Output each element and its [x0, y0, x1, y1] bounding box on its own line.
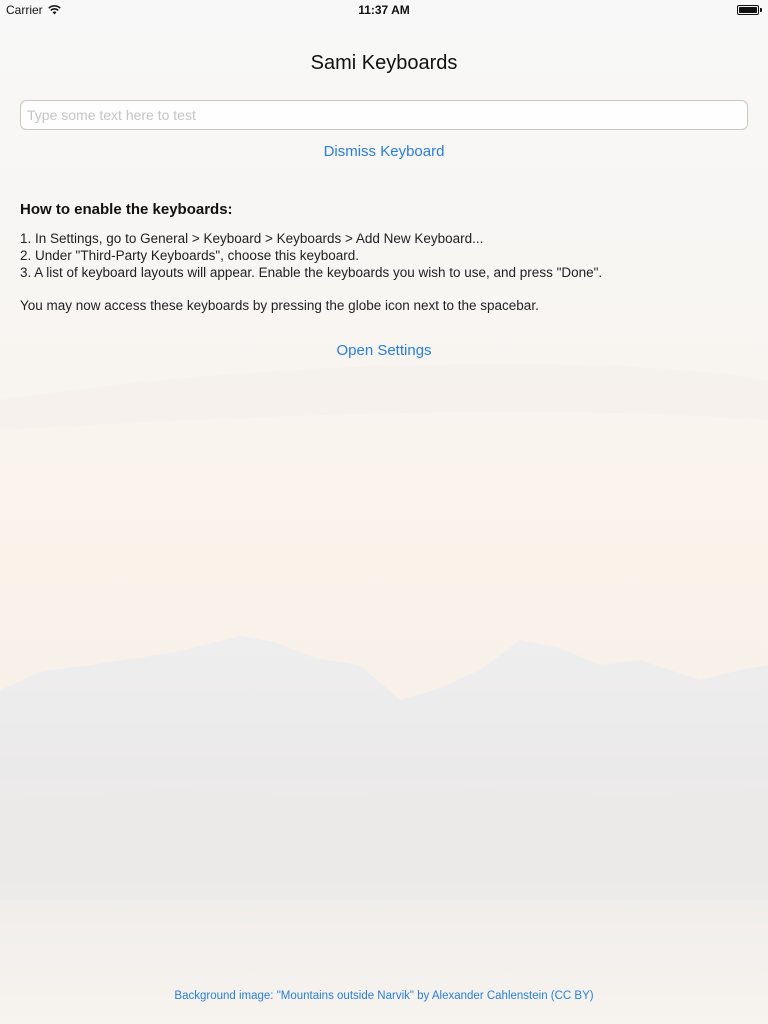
- instruction-step: 1. In Settings, go to General > Keyboard…: [20, 231, 484, 246]
- status-time: 11:37 AM: [358, 3, 410, 17]
- test-text-input[interactable]: [20, 100, 748, 130]
- battery-icon: [737, 5, 762, 15]
- instruction-step: 2. Under "Third-Party Keyboards", choose…: [20, 248, 359, 263]
- status-bar: Carrier 11:37 AM: [0, 0, 768, 20]
- page-title: Sami Keyboards: [310, 52, 458, 74]
- instructions-heading: How to enable the keyboards:: [20, 201, 233, 218]
- status-carrier-group: Carrier: [6, 3, 61, 17]
- main-content: Sami Keyboards Dismiss Keyboard How to e…: [0, 0, 768, 1024]
- instruction-step: 3. A list of keyboard layouts will appea…: [20, 265, 603, 280]
- instructions-steps: 1. In Settings, go to General > Keyboard…: [20, 230, 748, 281]
- instructions-note: You may now access these keyboards by pr…: [20, 298, 539, 313]
- background-attribution: Background image: "Mountains outside Nar…: [174, 990, 594, 1002]
- carrier-label: Carrier: [6, 3, 43, 17]
- open-settings-button[interactable]: Open Settings: [0, 342, 768, 359]
- wifi-icon: [47, 5, 61, 15]
- instructions-section: How to enable the keyboards: 1. In Setti…: [20, 201, 748, 313]
- dismiss-keyboard-button[interactable]: Dismiss Keyboard: [0, 143, 768, 160]
